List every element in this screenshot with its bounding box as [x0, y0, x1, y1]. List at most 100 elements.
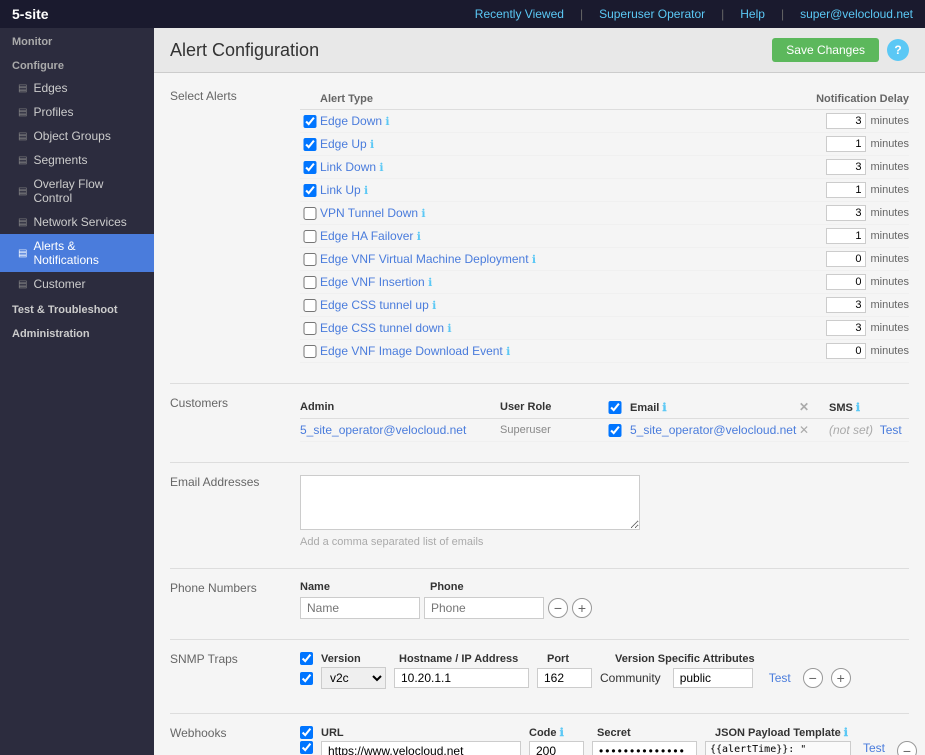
edge-css-tunnel-up-delay-input[interactable]	[826, 297, 866, 313]
customer-email-value: 5_site_operator@velocloud.net	[630, 423, 799, 437]
webhooks-label: Webhooks	[170, 726, 300, 740]
edge-vnf-insertion-checkbox[interactable]	[300, 276, 320, 289]
webhook-url-input[interactable]	[321, 741, 521, 755]
page-title: Alert Configuration	[170, 40, 319, 61]
save-changes-button[interactable]: Save Changes	[772, 38, 879, 62]
admin-col-header: Admin	[300, 401, 500, 413]
snmp-port-input[interactable]	[537, 668, 592, 688]
snmp-test-link[interactable]: Test	[769, 671, 791, 685]
customer-sms-x-icon: ✕	[799, 423, 829, 437]
add-phone-button[interactable]: +	[572, 598, 592, 618]
phone-numbers-label: Phone Numbers	[170, 581, 300, 595]
snmp-hostname-input[interactable]	[394, 668, 529, 688]
sidebar-item-overlay-flow-control[interactable]: ▤ Overlay Flow Control	[0, 172, 154, 210]
table-row: Edge CSS tunnel down ℹ minutes	[300, 317, 909, 340]
phone-name-input[interactable]	[300, 597, 420, 619]
edge-vnf-image-download-delay-input[interactable]	[826, 343, 866, 359]
administration-header[interactable]: Administration	[0, 320, 154, 344]
segments-icon: ▤	[18, 155, 27, 166]
recently-viewed-link[interactable]: Recently Viewed	[475, 7, 564, 21]
monitor-section-header: Monitor	[0, 28, 154, 52]
edge-up-delay-input[interactable]	[826, 136, 866, 152]
top-bar: 5-site Recently Viewed | Superuser Opera…	[0, 0, 925, 28]
table-row: Edge VNF Insertion ℹ minutes	[300, 271, 909, 294]
link-up-delay-input[interactable]	[826, 182, 866, 198]
edge-vnf-vm-deploy-info-icon: ℹ	[532, 254, 536, 266]
edge-vnf-insertion-info-icon: ℹ	[428, 277, 432, 289]
sidebar-item-profiles[interactable]: ▤ Profiles	[0, 100, 154, 124]
alert-edge-css-tunnel-up-name: Edge CSS tunnel up ℹ	[320, 298, 709, 312]
webhook-code-input[interactable]	[529, 741, 584, 755]
sidebar-item-object-groups[interactable]: ▤ Object Groups	[0, 124, 154, 148]
table-row: Edge Down ℹ minutes	[300, 110, 909, 133]
edge-up-checkbox[interactable]	[300, 138, 320, 151]
link-down-checkbox[interactable]	[300, 161, 320, 174]
sms-col-info-icon: ℹ	[856, 402, 860, 414]
webhook-secret-input[interactable]	[592, 741, 697, 755]
snmp-port-header: Port	[547, 653, 607, 665]
vpn-tunnel-down-delay-input[interactable]	[826, 205, 866, 221]
webhooks-enabled-checkbox[interactable]	[300, 726, 313, 739]
test-troubleshoot-header[interactable]: Test & Troubleshoot	[0, 296, 154, 320]
remove-webhook-button[interactable]: −	[897, 741, 917, 755]
snmp-row-checkbox[interactable]	[300, 672, 313, 685]
snmp-enabled-checkbox[interactable]	[300, 652, 313, 665]
customer-email-checkbox[interactable]	[600, 424, 630, 437]
webhook-payload-textarea[interactable]: {{alertTime}}: "{{alertTime}}", "alertTy…	[705, 741, 851, 755]
edge-ha-failover-delay-input[interactable]	[826, 228, 866, 244]
webhooks-section: Webhooks URL Code ℹ Secret JSON Payload …	[170, 726, 909, 755]
sidebar-item-customer[interactable]: ▤ Customer	[0, 272, 154, 296]
email-addresses-textarea[interactable]	[300, 475, 640, 530]
customers-label: Customers	[170, 396, 300, 410]
edge-css-tunnel-up-checkbox[interactable]	[300, 299, 320, 312]
link-up-checkbox[interactable]	[300, 184, 320, 197]
link-down-info-icon: ℹ	[379, 162, 383, 174]
edge-vnf-vm-deploy-delay-input[interactable]	[826, 251, 866, 267]
email-addresses-label: Email Addresses	[170, 475, 300, 489]
configure-section-header: Configure	[0, 52, 154, 76]
snmp-section: Version Hostname / IP Address Port Versi…	[300, 652, 909, 693]
help-link[interactable]: Help	[740, 7, 765, 21]
edge-vnf-insertion-delay-input[interactable]	[826, 274, 866, 290]
edge-vnf-vm-deploy-checkbox[interactable]	[300, 253, 320, 266]
help-button[interactable]: ?	[887, 39, 909, 61]
user-link[interactable]: super@velocloud.net	[800, 7, 913, 21]
sidebar-item-segments[interactable]: ▤ Segments	[0, 148, 154, 172]
edge-vnf-image-download-checkbox[interactable]	[300, 345, 320, 358]
edge-ha-failover-checkbox[interactable]	[300, 230, 320, 243]
link-down-delay-input[interactable]	[826, 159, 866, 175]
edge-up-info-icon: ℹ	[370, 139, 374, 151]
remove-phone-button[interactable]: −	[548, 598, 568, 618]
sidebar-item-network-services[interactable]: ▤ Network Services	[0, 210, 154, 234]
edge-css-tunnel-down-delay-input[interactable]	[826, 320, 866, 336]
add-snmp-button[interactable]: +	[831, 668, 851, 688]
snmp-version-select[interactable]: v2c v3	[321, 667, 386, 689]
snmp-version-header: Version	[321, 653, 391, 665]
table-row: Link Down ℹ minutes	[300, 156, 909, 179]
phone-name-col-header: Name	[300, 581, 430, 593]
main-content: Alert Configuration Save Changes ? Selec…	[154, 28, 925, 755]
edge-down-checkbox[interactable]	[300, 115, 320, 128]
vpn-tunnel-down-checkbox[interactable]	[300, 207, 320, 220]
phone-header: Name Phone	[300, 581, 909, 593]
email-col-checkbox[interactable]	[600, 401, 630, 414]
phone-phone-input[interactable]	[424, 597, 544, 619]
webhook-test-link[interactable]: Test	[863, 741, 885, 755]
link-up-info-icon: ℹ	[364, 185, 368, 197]
snmp-data-row: v2c v3 Community Test − +	[300, 667, 909, 689]
email-section: Add a comma separated list of emails	[300, 475, 909, 548]
customers-table: Admin User Role Email ℹ ✕ SMS ℹ 5_site_o…	[300, 396, 909, 442]
wh-code-header: Code ℹ	[529, 726, 589, 739]
edge-vnf-image-download-info-icon: ℹ	[506, 346, 510, 358]
sidebar-item-edges[interactable]: ▤ Edges	[0, 76, 154, 100]
webhook-row-checkbox[interactable]	[300, 741, 313, 754]
sidebar-item-alerts-notifications[interactable]: ▤ Alerts & Notifications	[0, 234, 154, 272]
community-value-input[interactable]	[673, 668, 753, 688]
superuser-operator-link[interactable]: Superuser Operator	[599, 7, 705, 21]
network-services-icon: ▤	[18, 217, 27, 228]
remove-snmp-button[interactable]: −	[803, 668, 823, 688]
wh-url-header: URL	[321, 727, 521, 739]
edge-down-delay-input[interactable]	[826, 113, 866, 129]
customer-test-link[interactable]: Test	[880, 423, 902, 437]
edge-css-tunnel-down-checkbox[interactable]	[300, 322, 320, 335]
